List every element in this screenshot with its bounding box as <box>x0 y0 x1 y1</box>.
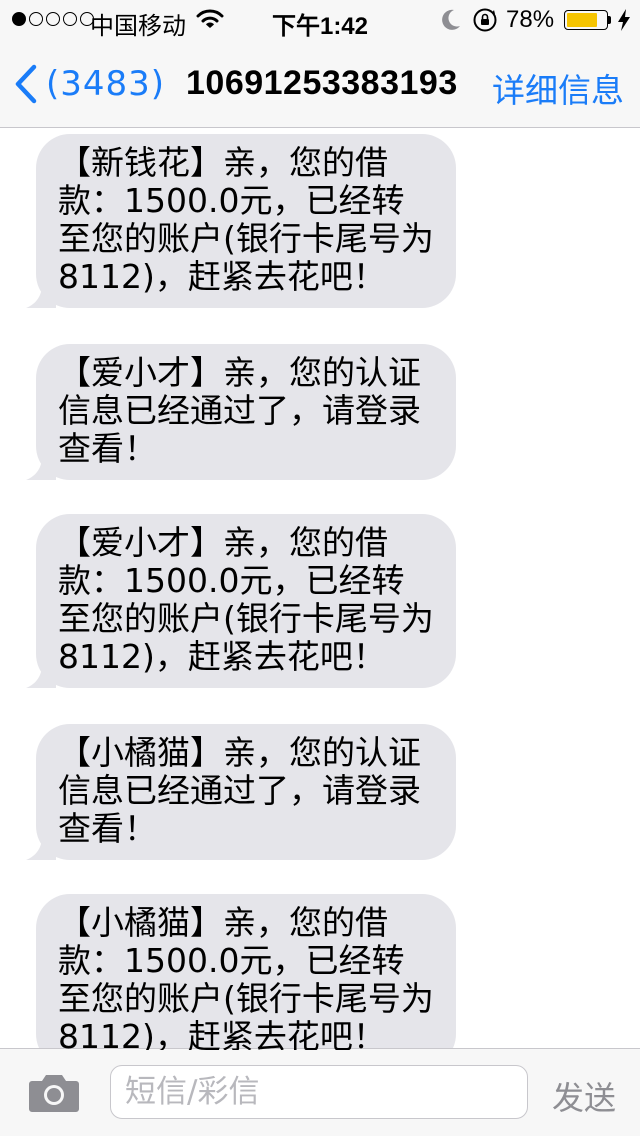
battery-percent: 78% <box>506 6 555 33</box>
message-text: 【爱小才】亲，您的认证信息已经通过了，请登录查看！ <box>58 353 421 468</box>
camera-icon[interactable] <box>28 1071 80 1113</box>
bubble-tail <box>26 664 56 688</box>
message-input[interactable] <box>110 1065 528 1119</box>
navigation-bar: (3483) 10691253383193 详细信息 <box>0 40 640 128</box>
message-composer: 发送 <box>0 1048 640 1136</box>
details-button[interactable]: 详细信息 <box>492 64 624 112</box>
message-text: 【小橘猫】亲，您的借款：1500.0元，已经转至您的账户(银行卡尾号为8112)… <box>58 903 434 1051</box>
battery-tip <box>608 16 611 24</box>
message-text: 【小橘猫】亲，您的认证信息已经通过了，请登录查看！ <box>58 733 421 848</box>
rotation-lock-icon <box>473 8 497 32</box>
message-bubble[interactable]: 【小橘猫】亲，您的借款：1500.0元，已经转至您的账户(银行卡尾号为8112)… <box>36 894 456 1050</box>
message-thread[interactable]: 【新钱花】亲，您的借款：1500.0元，已经转至您的账户(银行卡尾号为8112)… <box>0 128 640 1050</box>
bubble-tail <box>26 284 56 308</box>
message-text: 【新钱花】亲，您的借款：1500.0元，已经转至您的账户(银行卡尾号为8112)… <box>58 143 434 296</box>
chevron-left-icon <box>15 64 37 104</box>
battery-level-fill <box>567 13 597 27</box>
charging-bolt-icon <box>618 9 630 31</box>
status-bar: 中国移动 下午1:42 78% <box>0 0 640 40</box>
unread-count: (3483) <box>46 64 166 104</box>
message-bubble[interactable]: 【爱小才】亲，您的借款：1500.0元，已经转至您的账户(银行卡尾号为8112)… <box>26 514 456 688</box>
message-bubble[interactable]: 【爱小才】亲，您的认证信息已经通过了，请登录查看！ <box>26 344 456 480</box>
conversation-title: 10691253383193 <box>186 64 458 102</box>
message-text: 【爱小才】亲，您的借款：1500.0元，已经转至您的账户(银行卡尾号为8112)… <box>58 523 434 676</box>
bubble-tail <box>26 836 56 860</box>
battery-icon <box>564 10 608 30</box>
send-button[interactable]: 发送 <box>552 1073 616 1119</box>
message-bubble[interactable]: 【新钱花】亲，您的借款：1500.0元，已经转至您的账户(银行卡尾号为8112)… <box>26 134 456 308</box>
do-not-disturb-moon-icon <box>442 9 460 30</box>
back-button[interactable]: (3483) <box>14 60 165 108</box>
message-bubble[interactable]: 【小橘猫】亲，您的认证信息已经通过了，请登录查看！ <box>26 724 456 860</box>
bubble-tail <box>26 456 56 480</box>
